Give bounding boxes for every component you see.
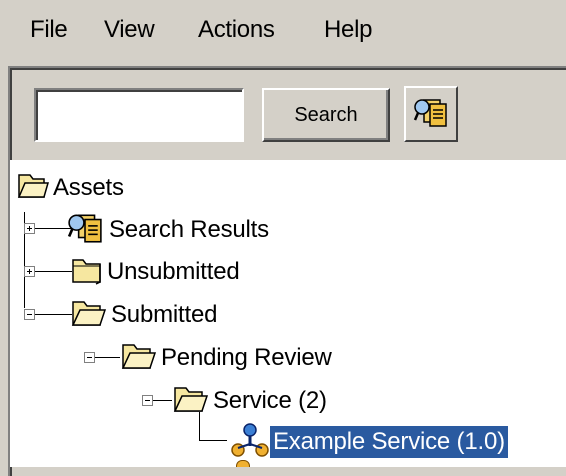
tree-node-label: Service (2) [213, 387, 327, 414]
tree-node-label: Unsubmitted [107, 258, 240, 285]
folder-open-icon [70, 297, 108, 334]
tree-node-label: Submitted [111, 301, 218, 328]
collapse-submitted[interactable] [24, 309, 35, 320]
search-results-button[interactable] [404, 86, 458, 142]
tree-node-submitted[interactable]: Submitted [70, 295, 220, 335]
tree-connector [30, 314, 72, 315]
tree-node-label: Pending Review [161, 344, 332, 371]
search-results-icon [64, 210, 106, 251]
tree-node-label: Assets [53, 174, 124, 201]
folder-open-icon [120, 340, 158, 377]
expand-search-results[interactable] [24, 223, 35, 234]
tree-node-label: Search Results [109, 216, 269, 243]
tree-connector [30, 271, 72, 272]
tree-node-assets[interactable]: Assets [16, 168, 127, 208]
menu-file[interactable]: File [30, 16, 68, 44]
asset-tree: Assets Search Results Unsubmitted Submit… [10, 160, 566, 467]
tree-node-pending-review[interactable]: Pending Review [120, 338, 335, 378]
menu-bar: File View Actions Help [0, 0, 566, 66]
tree-node-label: Example Service (1.0) [270, 426, 508, 458]
expand-unsubmitted[interactable] [24, 266, 35, 277]
tree-node-unsubmitted[interactable]: Unsubmitted [70, 252, 243, 292]
search-input[interactable] [34, 88, 244, 142]
tree-node-example-service[interactable]: Example Service (1.0) [230, 422, 508, 462]
service-icon [230, 422, 270, 463]
tree-node-service[interactable]: Service (2) [172, 381, 330, 421]
collapse-pending-review[interactable] [84, 352, 95, 363]
menu-actions[interactable]: Actions [198, 16, 275, 44]
tree-node-partial-icon [236, 460, 250, 467]
folder-open-icon [172, 383, 210, 420]
search-results-icon [412, 94, 450, 135]
folder-open-icon [16, 171, 50, 206]
search-button[interactable]: Search [262, 88, 390, 142]
menu-view[interactable]: View [104, 16, 155, 44]
folder-closed-icon [70, 254, 104, 291]
menu-help[interactable]: Help [324, 16, 372, 44]
tree-connector [199, 440, 227, 441]
collapse-service[interactable] [142, 395, 153, 406]
tree-node-search-results[interactable]: Search Results [64, 210, 272, 250]
